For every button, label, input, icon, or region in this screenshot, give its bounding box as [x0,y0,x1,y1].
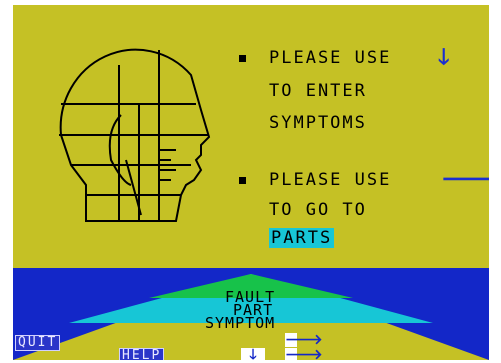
instruction-line: PLEASE USE [269,48,392,68]
instruction-line: TO GO TO [269,200,367,220]
right-arrow-icon[interactable]: 🡒 [285,333,323,347]
down-arrow-icon: 🡓 [438,45,450,70]
display-area: PLEASE USE 🡓 TO ENTER SYMPTOMS PLEASE US… [13,5,489,360]
quit-button[interactable]: QUIT [15,335,61,351]
bullet [239,177,246,184]
instruction-line: TO ENTER [269,81,367,101]
instruction-line: SYMPTOMS [269,113,367,133]
head-diagram [59,48,211,222]
right-arrow-icon[interactable]: 🡒 [285,348,323,360]
bullet [239,55,246,62]
right-arrow-icon: 🡒 [441,167,489,192]
instruction-line: PLEASE USE [269,170,392,190]
symptom-level[interactable]: SYMPTOM [205,316,275,331]
help-button[interactable]: HELP [119,348,165,360]
down-arrow-icon[interactable]: 🡓 [241,348,265,360]
game-screen: PLEASE USE 🡓 TO ENTER SYMPTOMS PLEASE US… [0,0,501,363]
parts-link[interactable]: PARTS [269,228,335,248]
